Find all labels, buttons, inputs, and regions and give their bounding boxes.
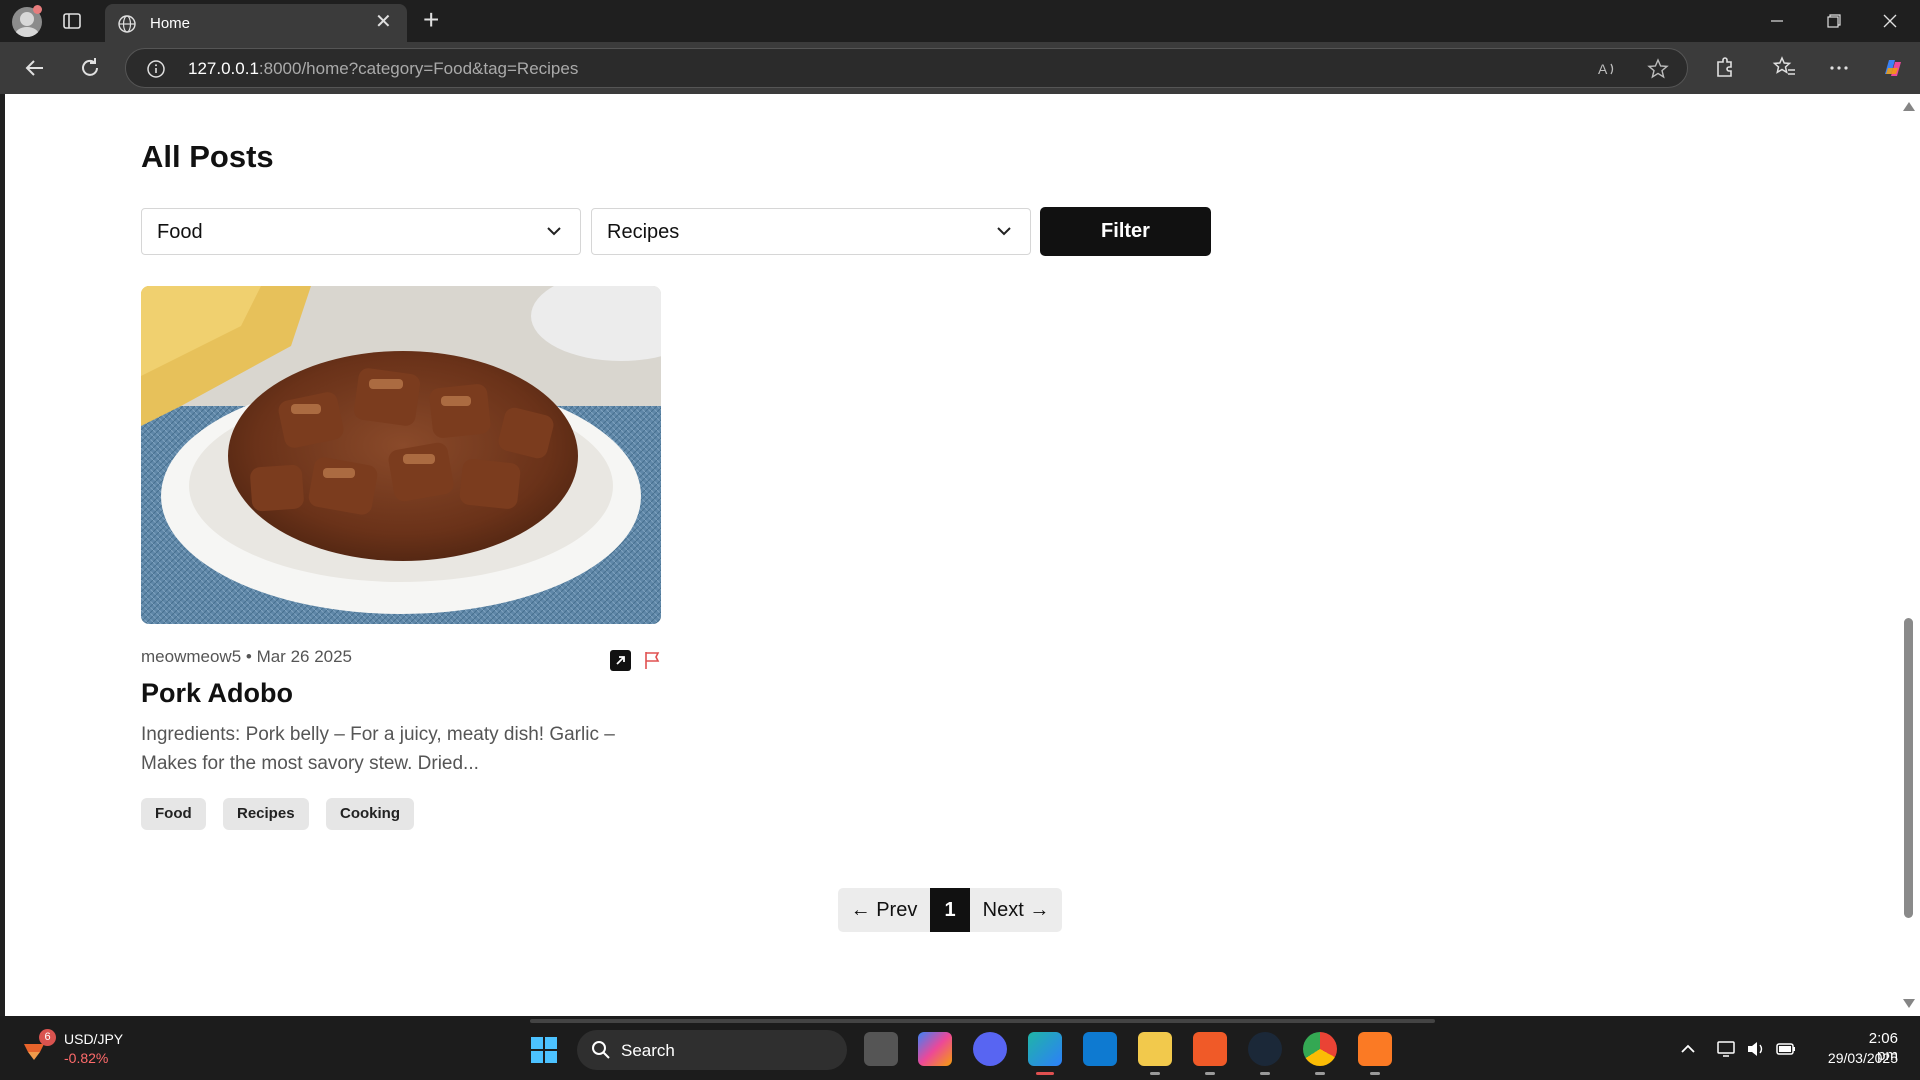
- tab-home[interactable]: Home ✕: [105, 4, 407, 42]
- post-title[interactable]: Pork Adobo: [141, 678, 293, 709]
- svg-text:A: A: [1598, 61, 1608, 77]
- restore-icon[interactable]: [1818, 8, 1848, 34]
- globe-icon: [118, 15, 136, 33]
- taskbar: 6 USD/JPY -0.82% Search 2:06 pm 29/03/20…: [0, 1016, 1920, 1080]
- pagination: ← Prev 1 Next →: [838, 888, 1062, 932]
- url-text[interactable]: 127.0.0.1:8000/home?category=Food&tag=Re…: [188, 59, 578, 79]
- profile-notification-dot: [33, 5, 42, 14]
- close-window-icon[interactable]: [1875, 8, 1905, 34]
- scroll-up-arrow[interactable]: [1903, 102, 1915, 111]
- xampp-icon[interactable]: [1358, 1032, 1392, 1075]
- favorite-star-icon[interactable]: [1647, 58, 1669, 80]
- filter-button[interactable]: Filter: [1040, 207, 1211, 256]
- tab-title: Home: [150, 15, 191, 32]
- post-excerpt: Ingredients: Pork belly – For a juicy, m…: [141, 724, 615, 774]
- site-info-icon[interactable]: [146, 59, 166, 79]
- browser-tab-bar: Home ✕ +: [0, 0, 1920, 42]
- file-explorer-icon[interactable]: [1138, 1032, 1172, 1075]
- tab-actions-icon[interactable]: [62, 11, 82, 31]
- url-path: :8000/home?category=Food&tag=Recipes: [258, 59, 579, 78]
- widget-badge: 6: [39, 1029, 56, 1046]
- stock-name[interactable]: USD/JPY: [64, 1031, 123, 1047]
- category-select[interactable]: Food: [141, 208, 581, 255]
- page-title: All Posts: [141, 139, 274, 174]
- post-author: meowmeow5: [141, 647, 242, 666]
- steam-icon[interactable]: [1248, 1032, 1282, 1075]
- url-host: 127.0.0.1: [188, 59, 259, 78]
- copilot-app-icon[interactable]: [918, 1032, 952, 1066]
- post-image[interactable]: [141, 286, 661, 624]
- chrome-icon[interactable]: [1303, 1032, 1337, 1075]
- page-viewport: All Posts Food Recipes Filter meowmeow5 …: [5, 94, 1896, 1016]
- tag-food[interactable]: Food: [141, 798, 206, 830]
- new-tab-icon[interactable]: +: [423, 6, 439, 34]
- battery-icon[interactable]: [1776, 1040, 1796, 1058]
- edge-icon[interactable]: [1028, 1032, 1062, 1075]
- discord-icon[interactable]: [973, 1032, 1007, 1066]
- post-date: Mar 26 2025: [256, 647, 353, 666]
- meta-separator: •: [241, 647, 257, 666]
- taskbar-scroll-track: [530, 1019, 1435, 1023]
- scrollbar-thumb[interactable]: [1904, 618, 1913, 918]
- taskbar-search[interactable]: Search: [577, 1030, 847, 1070]
- clock-date[interactable]: 29/03/2025: [1818, 1050, 1898, 1066]
- more-menu-icon[interactable]: [1825, 54, 1853, 82]
- volume-icon[interactable]: [1746, 1040, 1766, 1058]
- tab-close-icon[interactable]: ✕: [375, 12, 392, 32]
- display-network-icon[interactable]: [1717, 1040, 1737, 1058]
- browser-toolbar: 127.0.0.1:8000/home?category=Food&tag=Re…: [0, 42, 1920, 94]
- chevron-down-icon: [547, 227, 561, 236]
- category-select-value: Food: [157, 221, 203, 243]
- current-page[interactable]: 1: [930, 888, 970, 932]
- extensions-icon[interactable]: [1710, 54, 1738, 82]
- windows-start-icon[interactable]: [530, 1036, 558, 1064]
- vscode-icon[interactable]: [1083, 1032, 1117, 1066]
- scroll-down-arrow[interactable]: [1903, 999, 1915, 1008]
- copilot-icon[interactable]: [1879, 54, 1907, 82]
- chevron-down-icon: [997, 227, 1011, 236]
- search-icon: [592, 1041, 610, 1059]
- show-hidden-icons-chevron-icon[interactable]: [1678, 1040, 1698, 1058]
- open-post-icon[interactable]: [610, 650, 631, 671]
- tag-select[interactable]: Recipes: [591, 208, 1031, 255]
- reload-icon[interactable]: [76, 54, 104, 82]
- address-bar[interactable]: 127.0.0.1:8000/home?category=Food&tag=Re…: [125, 48, 1688, 88]
- read-aloud-icon[interactable]: A: [1596, 58, 1618, 80]
- back-icon[interactable]: [21, 54, 49, 82]
- tag-select-value: Recipes: [607, 221, 680, 243]
- tag-cooking[interactable]: Cooking: [326, 798, 414, 830]
- minimize-icon[interactable]: [1762, 8, 1792, 34]
- prev-page-button[interactable]: ← Prev: [838, 888, 930, 932]
- next-page-button[interactable]: Next →: [970, 888, 1062, 932]
- search-label: Search: [621, 1041, 675, 1060]
- task-view-icon[interactable]: [864, 1032, 898, 1066]
- favorites-icon[interactable]: [1771, 54, 1799, 82]
- brave-icon[interactable]: [1193, 1032, 1227, 1075]
- stock-change: -0.82%: [64, 1050, 109, 1066]
- page-scrollbar[interactable]: [1896, 94, 1920, 1016]
- tag-recipes[interactable]: Recipes: [223, 798, 309, 830]
- report-flag-icon[interactable]: [642, 650, 663, 671]
- post-meta: meowmeow5 • Mar 26 2025: [141, 647, 352, 667]
